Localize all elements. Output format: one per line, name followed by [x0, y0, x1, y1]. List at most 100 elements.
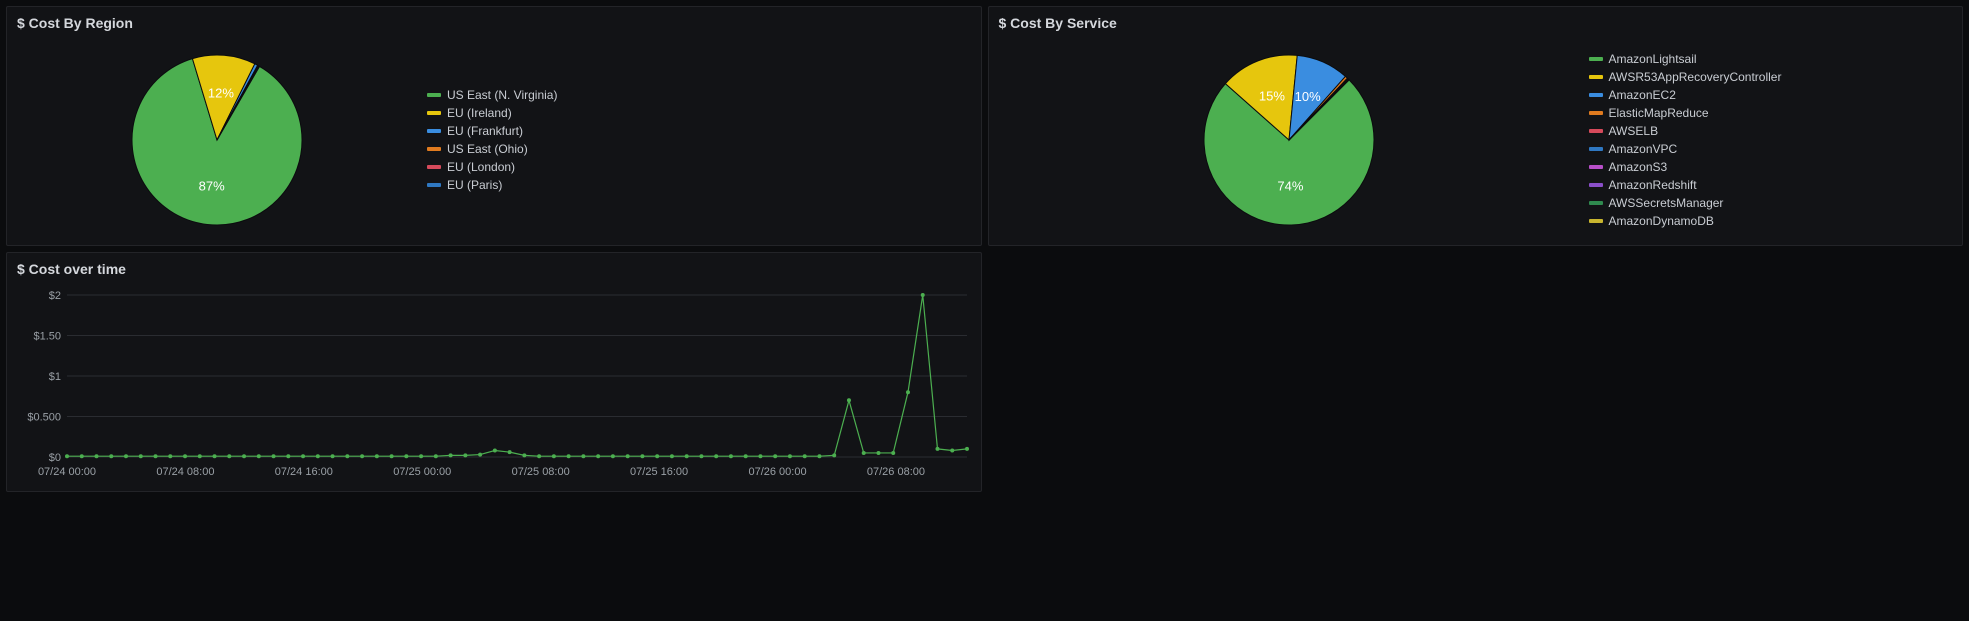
line-point[interactable]	[272, 454, 276, 458]
line-point[interactable]	[331, 454, 335, 458]
line-point[interactable]	[316, 454, 320, 458]
line-point[interactable]	[95, 454, 99, 458]
legend-item[interactable]: AWSR53AppRecoveryController	[1589, 70, 1782, 84]
line-point[interactable]	[950, 449, 954, 453]
line-point[interactable]	[213, 454, 217, 458]
line-point[interactable]	[685, 454, 689, 458]
line-point[interactable]	[522, 453, 526, 457]
line-point[interactable]	[552, 454, 556, 458]
legend-label: AmazonDynamoDB	[1609, 214, 1714, 228]
legend-item[interactable]: EU (London)	[427, 160, 515, 174]
pie-chart-region[interactable]: 87%12%	[7, 45, 427, 235]
line-point[interactable]	[847, 398, 851, 402]
line-point[interactable]	[537, 454, 541, 458]
line-point[interactable]	[301, 454, 305, 458]
y-axis-tick: $0	[49, 452, 61, 464]
line-point[interactable]	[434, 454, 438, 458]
line-point[interactable]	[567, 454, 571, 458]
line-point[interactable]	[773, 454, 777, 458]
legend-item[interactable]: US East (Ohio)	[427, 142, 528, 156]
pie-slice-label: 10%	[1294, 89, 1320, 104]
line-point[interactable]	[242, 454, 246, 458]
line-point[interactable]	[257, 454, 261, 458]
legend-item[interactable]: AmazonVPC	[1589, 142, 1678, 156]
legend-item[interactable]: US East (N. Virginia)	[427, 88, 557, 102]
line-point[interactable]	[493, 449, 497, 453]
line-point[interactable]	[286, 454, 290, 458]
legend-item[interactable]: EU (Paris)	[427, 178, 502, 192]
line-chart[interactable]: $0$0.500$1$1.50$207/24 00:0007/24 08:000…	[7, 285, 977, 485]
line-point[interactable]	[478, 453, 482, 457]
line-point[interactable]	[699, 454, 703, 458]
line-point[interactable]	[921, 293, 925, 297]
line-point[interactable]	[65, 454, 69, 458]
legend-swatch	[427, 147, 441, 151]
y-axis-tick: $0.500	[27, 412, 61, 424]
empty-space	[988, 252, 1964, 492]
line-point[interactable]	[714, 454, 718, 458]
line-point[interactable]	[965, 447, 969, 451]
legend-item[interactable]: AmazonDynamoDB	[1589, 214, 1714, 228]
legend-label: AmazonRedshift	[1609, 178, 1697, 192]
legend-item[interactable]: AWSELB	[1589, 124, 1659, 138]
line-point[interactable]	[803, 454, 807, 458]
legend-label: EU (Frankfurt)	[447, 124, 523, 138]
pie-slice-label: 12%	[208, 85, 234, 100]
line-point[interactable]	[744, 454, 748, 458]
legend-item[interactable]: EU (Frankfurt)	[427, 124, 523, 138]
line-point[interactable]	[596, 454, 600, 458]
line-point[interactable]	[640, 454, 644, 458]
panel-cost-by-region[interactable]: $ Cost By Region 87%12% US East (N. Virg…	[6, 6, 982, 246]
legend-item[interactable]: AmazonEC2	[1589, 88, 1676, 102]
line-point[interactable]	[139, 454, 143, 458]
line-point[interactable]	[862, 451, 866, 455]
line-point[interactable]	[375, 454, 379, 458]
panel-cost-by-service[interactable]: $ Cost By Service 74%15%10% AmazonLights…	[988, 6, 1964, 246]
line-point[interactable]	[449, 453, 453, 457]
legend-swatch	[1589, 111, 1603, 115]
line-point[interactable]	[670, 454, 674, 458]
line-point[interactable]	[183, 454, 187, 458]
pie-slice-label: 15%	[1258, 88, 1284, 103]
line-point[interactable]	[419, 454, 423, 458]
line-point[interactable]	[832, 453, 836, 457]
legend-item[interactable]: AWSSecretsManager	[1589, 196, 1724, 210]
line-point[interactable]	[360, 454, 364, 458]
line-point[interactable]	[935, 447, 939, 451]
line-point[interactable]	[463, 453, 467, 457]
line-point[interactable]	[345, 454, 349, 458]
legend-item[interactable]: ElasticMapReduce	[1589, 106, 1709, 120]
legend-item[interactable]: AmazonRedshift	[1589, 178, 1697, 192]
line-point[interactable]	[906, 390, 910, 394]
line-point[interactable]	[198, 454, 202, 458]
legend-swatch	[1589, 201, 1603, 205]
panel-cost-over-time[interactable]: $ Cost over time $0$0.500$1$1.50$207/24 …	[6, 252, 982, 492]
line-point[interactable]	[817, 454, 821, 458]
line-point[interactable]	[168, 454, 172, 458]
y-axis-tick: $1	[49, 371, 61, 383]
pie-chart-service[interactable]: 74%15%10%	[989, 45, 1589, 235]
line-point[interactable]	[154, 454, 158, 458]
legend-item[interactable]: EU (Ireland)	[427, 106, 512, 120]
line-point[interactable]	[891, 451, 895, 455]
line-point[interactable]	[80, 454, 84, 458]
legend-swatch	[1589, 57, 1603, 61]
line-point[interactable]	[788, 454, 792, 458]
line-point[interactable]	[655, 454, 659, 458]
legend-item[interactable]: AmazonLightsail	[1589, 52, 1697, 66]
legend-item[interactable]: AmazonS3	[1589, 160, 1668, 174]
line-point[interactable]	[227, 454, 231, 458]
line-point[interactable]	[876, 451, 880, 455]
line-point[interactable]	[508, 450, 512, 454]
line-point[interactable]	[124, 454, 128, 458]
line-point[interactable]	[626, 454, 630, 458]
line-point[interactable]	[390, 454, 394, 458]
line-point[interactable]	[404, 454, 408, 458]
line-point[interactable]	[581, 454, 585, 458]
x-axis-tick: 07/25 08:00	[512, 466, 570, 478]
line-point[interactable]	[729, 454, 733, 458]
legend-label: AWSR53AppRecoveryController	[1609, 70, 1782, 84]
line-point[interactable]	[109, 454, 113, 458]
line-point[interactable]	[758, 454, 762, 458]
line-point[interactable]	[611, 454, 615, 458]
